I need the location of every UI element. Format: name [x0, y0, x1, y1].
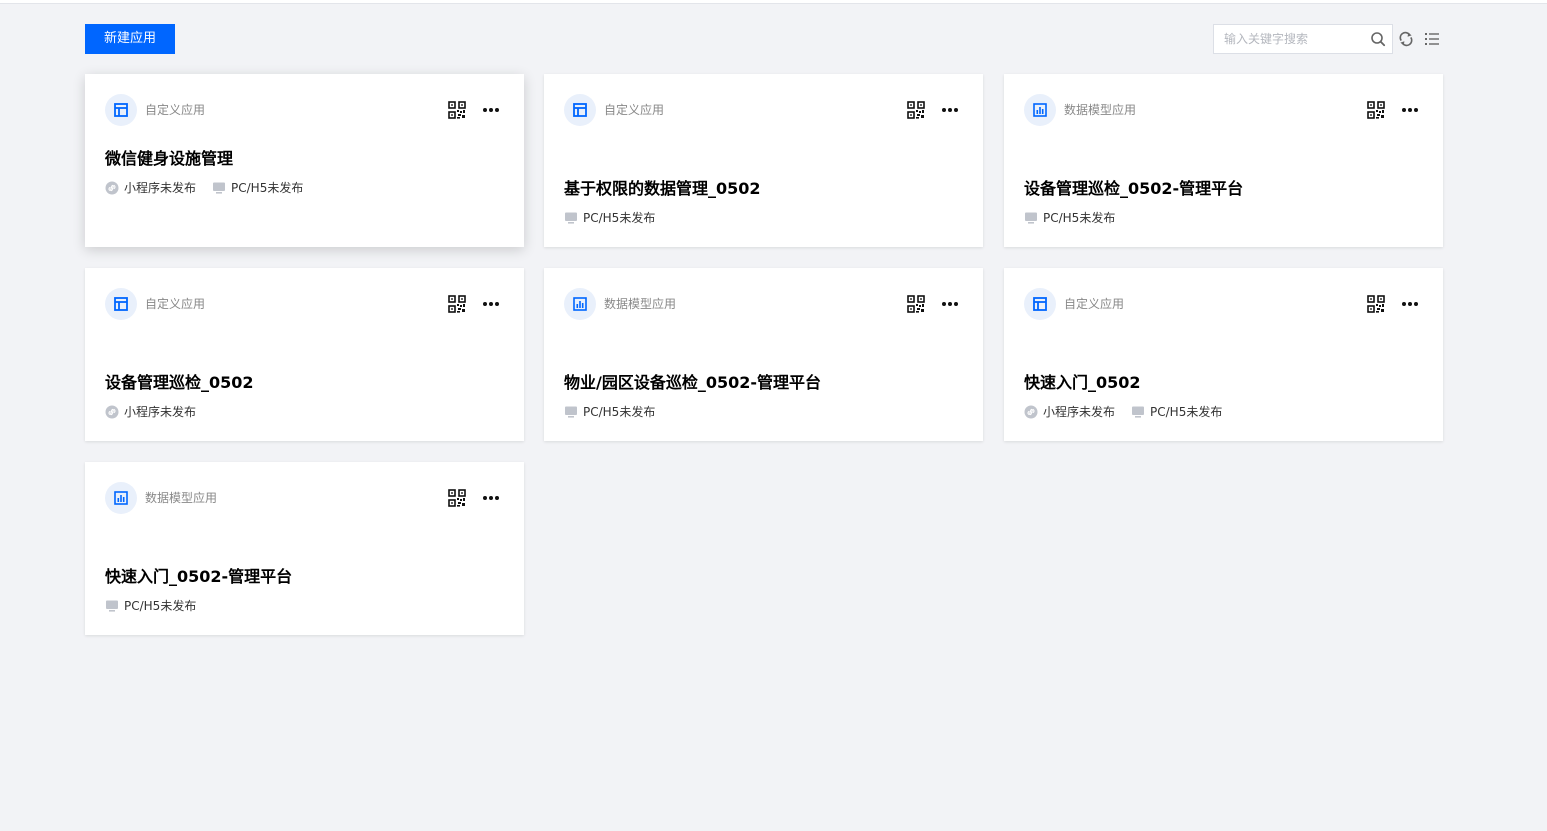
app-title[interactable]: 设备管理巡检_0502: [105, 372, 254, 394]
search-box[interactable]: [1213, 24, 1393, 54]
publish-status-row: 小程序未发布 PC/H5未发布: [1024, 404, 1238, 420]
app-card[interactable]: 数据模型应用物业/园区设备巡检_0502-管理平台 PC/H5未发布: [544, 268, 983, 441]
pc-status-text: PC/H5未发布: [1043, 211, 1116, 225]
more-dots-icon[interactable]: [482, 296, 500, 312]
app-type-badge: [105, 94, 137, 126]
app-title[interactable]: 物业/园区设备巡检_0502-管理平台: [564, 372, 821, 394]
more-dots-icon[interactable]: [482, 490, 500, 506]
app-title[interactable]: 微信健身设施管理: [105, 148, 233, 170]
app-type-label: 数据模型应用: [145, 491, 218, 505]
new-app-button[interactable]: 新建应用: [85, 24, 175, 54]
qr-code-icon[interactable]: [1367, 295, 1385, 313]
search-icon[interactable]: [1370, 31, 1386, 47]
qr-code-icon[interactable]: [907, 295, 925, 313]
pc-status: PC/H5未发布: [212, 180, 303, 196]
monitor-icon: [213, 182, 226, 194]
mini-program-icon: [105, 181, 119, 195]
bar-chart-icon: [1033, 103, 1047, 117]
pc-status: PC/H5未发布: [564, 404, 655, 420]
layout-icon: [1033, 297, 1047, 311]
publish-status-row: PC/H5未发布: [105, 598, 212, 614]
refresh-icon[interactable]: [1398, 31, 1414, 47]
qr-code-icon[interactable]: [1367, 101, 1385, 119]
mini-program-status: 小程序未发布: [105, 404, 196, 420]
pc-status-text: PC/H5未发布: [583, 211, 656, 225]
qr-code-icon[interactable]: [907, 101, 925, 119]
qr-code-icon[interactable]: [448, 489, 466, 507]
more-dots-icon[interactable]: [1401, 102, 1419, 118]
pc-status: PC/H5未发布: [105, 598, 196, 614]
app-card[interactable]: 数据模型应用快速入门_0502-管理平台 PC/H5未发布: [85, 462, 524, 635]
layout-icon: [114, 297, 128, 311]
app-type-badge: [1024, 94, 1056, 126]
app-type-label: 自定义应用: [1064, 297, 1125, 311]
more-dots-icon[interactable]: [482, 102, 500, 118]
mini-program-status-text: 小程序未发布: [1043, 405, 1116, 419]
publish-status-row: 小程序未发布: [105, 404, 212, 420]
app-type-label: 数据模型应用: [1064, 103, 1137, 117]
monitor-icon: [106, 600, 118, 612]
app-type-badge: [1024, 288, 1056, 320]
app-type-label: 自定义应用: [145, 103, 206, 117]
layout-icon: [573, 103, 587, 117]
mini-program-status: 小程序未发布: [1024, 404, 1115, 420]
pc-status-text: PC/H5未发布: [231, 181, 304, 195]
bar-chart-icon: [114, 491, 128, 505]
app-title[interactable]: 基于权限的数据管理_0502: [564, 178, 761, 200]
monitor-icon: [565, 212, 577, 224]
mini-program-status-text: 小程序未发布: [124, 405, 197, 419]
app-type-badge: [105, 482, 137, 514]
pc-status: PC/H5未发布: [564, 210, 655, 226]
app-type-label: 自定义应用: [604, 103, 665, 117]
mini-program-status: 小程序未发布: [105, 180, 196, 196]
publish-status-row: PC/H5未发布: [1024, 210, 1131, 226]
monitor-icon: [565, 406, 577, 418]
app-type-label: 数据模型应用: [604, 297, 677, 311]
app-card[interactable]: 数据模型应用设备管理巡检_0502-管理平台 PC/H5未发布: [1004, 74, 1443, 247]
layout-icon: [114, 103, 128, 117]
mini-program-icon: [1024, 405, 1038, 419]
app-card[interactable]: 自定义应用设备管理巡检_0502 小程序未发布: [85, 268, 524, 441]
qr-code-icon[interactable]: [448, 101, 466, 119]
publish-status-row: PC/H5未发布: [564, 404, 671, 420]
publish-status-row: PC/H5未发布: [564, 210, 671, 226]
mini-program-status-text: 小程序未发布: [124, 181, 197, 195]
monitor-icon: [1132, 406, 1145, 418]
pc-status-text: PC/H5未发布: [583, 405, 656, 419]
app-title[interactable]: 快速入门_0502: [1024, 372, 1141, 394]
mini-program-icon: [105, 405, 119, 419]
app-title[interactable]: 快速入门_0502-管理平台: [105, 566, 292, 588]
search-input[interactable]: [1214, 25, 1374, 53]
more-dots-icon[interactable]: [1401, 296, 1419, 312]
monitor-icon: [1025, 212, 1037, 224]
app-type-label: 自定义应用: [145, 297, 206, 311]
publish-status-row: 小程序未发布 PC/H5未发布: [105, 180, 319, 196]
app-card[interactable]: 自定义应用快速入门_0502 小程序未发布 PC/H5未发布: [1004, 268, 1443, 441]
more-dots-icon[interactable]: [941, 296, 959, 312]
app-type-badge: [564, 288, 596, 320]
pc-status-text: PC/H5未发布: [124, 599, 197, 613]
app-card[interactable]: 自定义应用微信健身设施管理小程序未发布 PC/H5未发布: [85, 74, 524, 247]
top-divider: [0, 0, 1547, 4]
more-dots-icon[interactable]: [941, 102, 959, 118]
qr-code-icon[interactable]: [448, 295, 466, 313]
app-title[interactable]: 设备管理巡检_0502-管理平台: [1024, 178, 1243, 200]
bar-chart-icon: [573, 297, 587, 311]
pc-status: PC/H5未发布: [1131, 404, 1222, 420]
list-view-icon[interactable]: [1424, 31, 1440, 47]
pc-status: PC/H5未发布: [1024, 210, 1115, 226]
app-type-badge: [564, 94, 596, 126]
app-card[interactable]: 自定义应用基于权限的数据管理_0502 PC/H5未发布: [544, 74, 983, 247]
app-type-badge: [105, 288, 137, 320]
pc-status-text: PC/H5未发布: [1150, 405, 1223, 419]
